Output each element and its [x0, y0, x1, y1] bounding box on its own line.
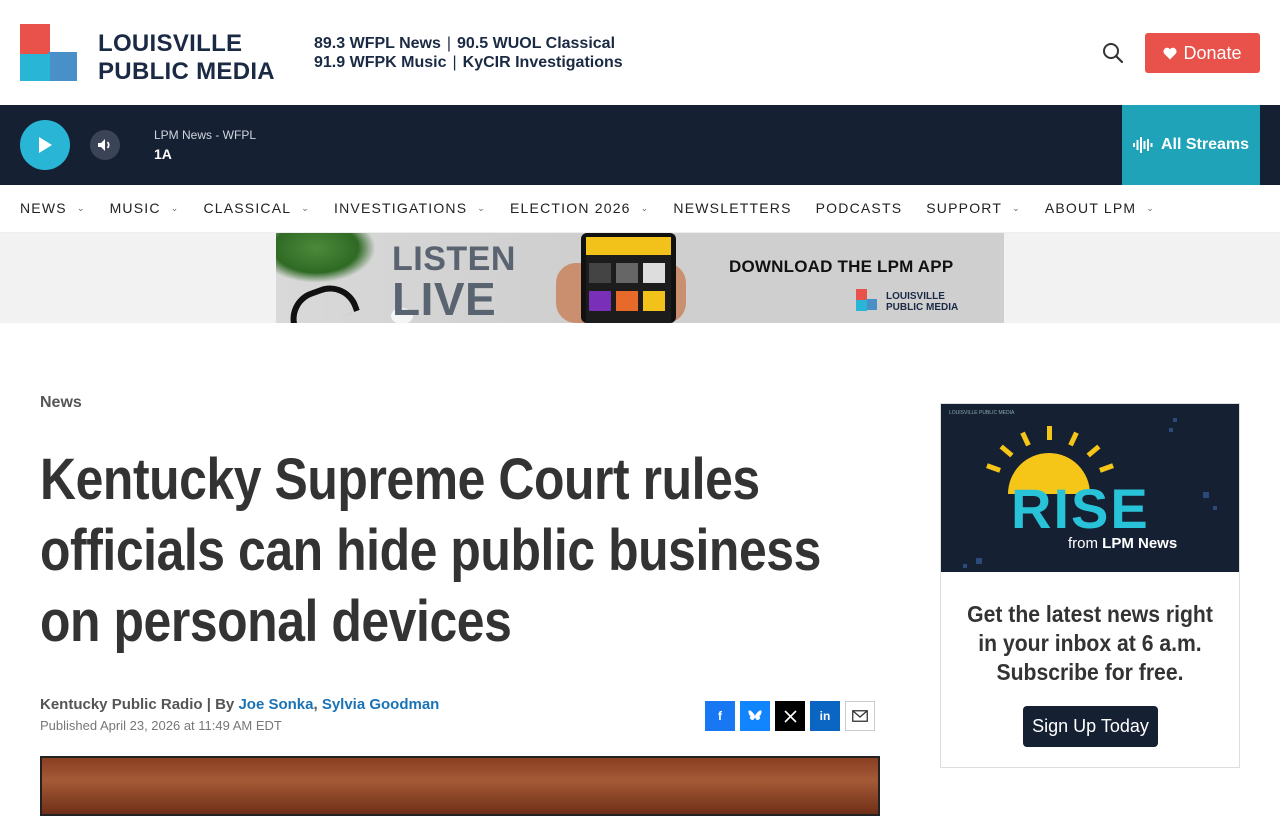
rise-from-text: from LPM News [1068, 535, 1177, 552]
ad-banner-area: LISTEN LIVE DOWNLOAD THE LPM APP LOUISVI… [0, 233, 1280, 323]
all-streams-button[interactable]: All Streams [1122, 105, 1260, 185]
volume-button[interactable] [90, 130, 120, 160]
plant-graphic [276, 233, 376, 283]
chevron-down-icon: ⌄ [170, 202, 180, 213]
chevron-down-icon: ⌄ [1012, 202, 1021, 213]
email-icon [852, 710, 868, 722]
app-download-banner[interactable]: LISTEN LIVE DOWNLOAD THE LPM APP LOUISVI… [276, 233, 1004, 323]
article-hero-image [40, 756, 880, 816]
site-logo[interactable]: LOUISVILLE PUBLIC MEDIA [20, 24, 290, 86]
chevron-down-icon: ⌄ [477, 202, 487, 213]
all-streams-label: All Streams [1160, 136, 1250, 153]
nav-item-music[interactable]: MUSIC ⌄ [110, 200, 180, 216]
chevron-down-icon: ⌄ [76, 202, 86, 213]
listen-live-text: LISTEN LIVE [392, 241, 516, 323]
article-category[interactable]: News [40, 394, 82, 412]
nav-item-newsletters[interactable]: NEWSLETTERS [673, 200, 791, 216]
share-linkedin-button[interactable]: in [810, 701, 840, 731]
banner-logo-line-1: LOUISVILLE [886, 291, 945, 302]
newsletter-promo: LOUISVILLE PUBLIC MEDIA RISE from LPM Ne… [940, 403, 1240, 768]
volume-icon [98, 139, 110, 151]
nav-label: ELECTION 2026 [510, 200, 631, 216]
promo-brand-small: LOUISVILLE PUBLIC MEDIA [949, 410, 1015, 416]
now-playing-show: 1A [154, 146, 172, 162]
main-nav: NEWS ⌄ MUSIC ⌄ CLASSICAL ⌄ INVESTIGATIONS ⌄ … [0, 185, 1280, 233]
logo-text: LOUISVILLE PUBLIC MEDIA [98, 30, 275, 86]
share-email-button[interactable] [845, 701, 875, 731]
nav-label: INVESTIGATIONS [334, 200, 468, 216]
station-links: 89.3 WFPL News | 90.5 WUOL Classical 91.9 … [314, 34, 623, 72]
heart-icon [1163, 47, 1178, 59]
live-word: LIVE [392, 273, 497, 323]
nav-item-election-2026[interactable]: ELECTION 2026 ⌄ [510, 200, 649, 216]
byline-source: Kentucky Public Radio [40, 696, 203, 713]
nav-label: MUSIC [109, 200, 161, 216]
now-playing-station: LPM News - WFPL [154, 128, 257, 142]
article-headline: Kentucky Supreme Court rules officials c… [40, 447, 821, 654]
separator: | [446, 35, 452, 52]
phone-graphic [581, 233, 676, 323]
from-word: from [1068, 535, 1098, 552]
nav-label: NEWSLETTERS [673, 200, 792, 216]
facebook-icon: f [718, 709, 722, 723]
chevron-down-icon: ⌄ [640, 202, 650, 213]
share-x-button[interactable] [775, 701, 805, 731]
share-bluesky-button[interactable] [740, 701, 770, 731]
chevron-down-icon: ⌄ [301, 202, 311, 213]
author-link[interactable]: Sylvia Goodman [322, 696, 440, 713]
nav-item-about-lpm[interactable]: ABOUT LPM ⌄ [1045, 200, 1155, 216]
banner-logo-mark [856, 289, 878, 311]
x-icon [783, 709, 797, 723]
nav-item-investigations[interactable]: INVESTIGATIONS ⌄ [334, 200, 486, 216]
site-header: LOUISVILLE PUBLIC MEDIA 89.3 WFPL News | 9… [0, 0, 1280, 105]
nav-label: ABOUT LPM [1044, 200, 1137, 216]
logo-line-1: LOUISVILLE [98, 30, 243, 57]
nav-label: PODCASTS [815, 200, 903, 216]
nav-label: SUPPORT [926, 200, 1003, 216]
audio-wave-icon [1132, 137, 1153, 153]
station-link-wuol[interactable]: 90.5 WUOL Classical [457, 35, 615, 52]
play-button[interactable] [20, 120, 70, 170]
audio-player-bar: LPM News - WFPL 1A All Streams [0, 105, 1280, 185]
nav-label: NEWS [20, 200, 67, 216]
search-icon [1103, 43, 1124, 64]
share-facebook-button[interactable]: f [705, 701, 735, 731]
linkedin-icon: in [819, 709, 831, 723]
rise-newsletter-art: LOUISVILLE PUBLIC MEDIA RISE from LPM Ne… [941, 404, 1239, 572]
download-cta-text: DOWNLOAD THE LPM APP [729, 257, 954, 276]
chevron-down-icon: ⌄ [1146, 202, 1156, 213]
nav-item-news[interactable]: NEWS ⌄ [20, 200, 86, 216]
nav-item-support[interactable]: SUPPORT ⌄ [926, 200, 1021, 216]
sign-up-button[interactable]: Sign Up Today [1023, 706, 1158, 747]
published-date: Published April 23, 2026 at 11:49 AM EDT [40, 718, 282, 733]
bluesky-icon [748, 710, 762, 721]
banner-logo-text: LOUISVILLE PUBLIC MEDIA [886, 291, 958, 313]
logo-line-2: PUBLIC MEDIA [98, 58, 275, 85]
nav-item-classical[interactable]: CLASSICAL ⌄ [203, 200, 310, 216]
donate-label: Donate [1183, 42, 1242, 63]
logo-mark [20, 24, 78, 82]
station-link-kycir[interactable]: KyCIR Investigations [463, 54, 623, 71]
banner-logo-line-2: PUBLIC MEDIA [886, 302, 959, 313]
donate-button[interactable]: Donate [1145, 33, 1260, 73]
from-brand: LPM News [1102, 535, 1178, 552]
search-button[interactable] [1100, 40, 1126, 66]
byline: Kentucky Public Radio | By Joe Sonka, Sy… [40, 696, 440, 713]
byline-by: | By [206, 696, 235, 713]
nav-label: CLASSICAL [203, 200, 292, 216]
glasses-graphic [282, 277, 360, 323]
station-link-wfpk[interactable]: 91.9 WFPK Music [314, 54, 446, 71]
rise-title: RISE [1011, 477, 1150, 540]
separator: | [452, 54, 457, 71]
station-link-wfpl[interactable]: 89.3 WFPL News [314, 35, 441, 52]
promo-copy: Get the latest news right in your inbox … [967, 601, 1213, 685]
play-icon [39, 137, 52, 153]
nav-item-podcasts[interactable]: PODCASTS [816, 200, 903, 216]
author-link[interactable]: Joe Sonka [238, 696, 313, 713]
